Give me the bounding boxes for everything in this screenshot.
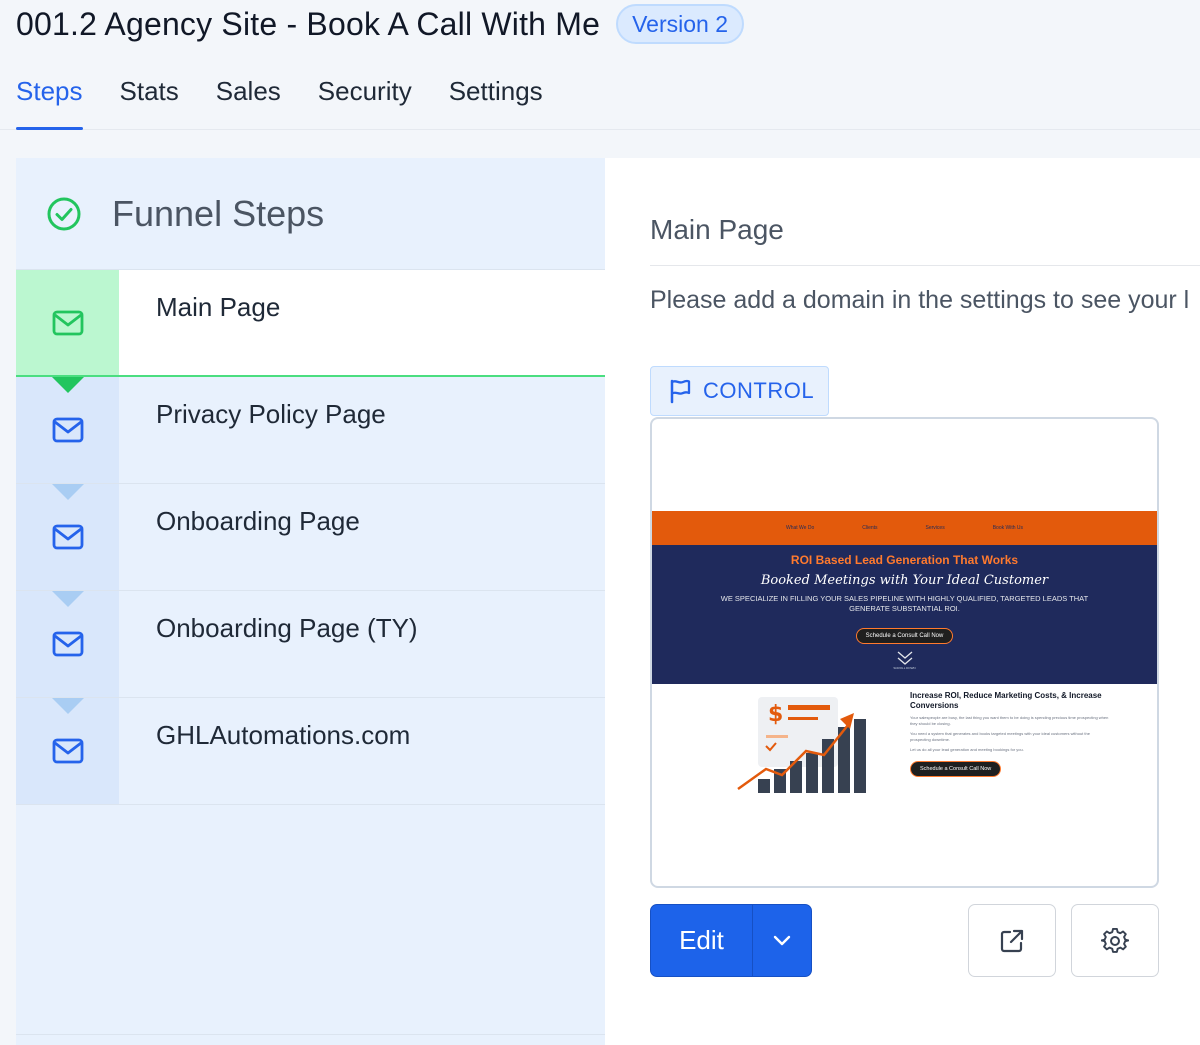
mail-icon bbox=[52, 524, 83, 550]
step-connector-arrow bbox=[52, 591, 84, 607]
preview-cta-button-secondary: Schedule a Consult Call Now bbox=[910, 761, 1002, 777]
preview-nav-item: Book With Us bbox=[992, 525, 1024, 531]
step-onboarding-page-ty[interactable]: Onboarding Page (TY) bbox=[16, 591, 605, 698]
check-circle-icon bbox=[47, 197, 81, 230]
step-label: Privacy Policy Page bbox=[156, 399, 386, 429]
step-label: Onboarding Page (TY) bbox=[156, 613, 418, 643]
mail-icon bbox=[52, 631, 83, 657]
domain-note: Please add a domain in the settings to s… bbox=[650, 286, 1190, 314]
preview-nav-item: What We Do bbox=[785, 525, 815, 531]
tab-bar: Steps Stats Sales Security Settings bbox=[16, 70, 580, 130]
growth-chart-illustration: $ bbox=[737, 697, 866, 793]
mail-icon bbox=[52, 417, 83, 443]
tab-security[interactable]: Security bbox=[318, 70, 412, 130]
page-preview-thumbnail[interactable]: What We Do Clients Services Book With Us… bbox=[650, 417, 1159, 888]
funnel-steps-header: Funnel Steps bbox=[16, 158, 605, 270]
divider bbox=[650, 265, 1200, 266]
chevron-down-icon bbox=[897, 651, 912, 665]
edit-dropdown-button[interactable] bbox=[753, 905, 811, 976]
step-label: Main Page bbox=[156, 292, 281, 322]
chevron-down-icon bbox=[773, 935, 791, 945]
step-connector-arrow bbox=[52, 698, 84, 714]
edit-button[interactable]: Edit bbox=[651, 905, 753, 976]
funnel-steps-panel: Funnel Steps Main Page Privacy Policy Pa… bbox=[16, 158, 605, 1045]
step-label: Onboarding Page bbox=[156, 506, 360, 536]
tab-sales[interactable]: Sales bbox=[216, 70, 281, 130]
preview-paragraph: Let us do all your lead generation and m… bbox=[910, 747, 1024, 752]
step-ghlautomations[interactable]: GHLAutomations.com bbox=[16, 698, 605, 805]
title-row: 001.2 Agency Site - Book A Call With Me … bbox=[16, 4, 745, 44]
preview-headline: ROI Based Lead Generation That Works bbox=[790, 553, 1019, 567]
step-onboarding-page[interactable]: Onboarding Page bbox=[16, 484, 605, 591]
preview-feature-text: Increase ROI, Reduce Marketing Costs, & … bbox=[910, 691, 1110, 777]
gear-icon bbox=[1101, 927, 1129, 953]
panel-divider bbox=[16, 1034, 605, 1035]
preview-scroll-text: SCROLL DOWN bbox=[893, 666, 916, 670]
control-label: CONTROL bbox=[703, 378, 815, 403]
step-label: GHLAutomations.com bbox=[156, 720, 411, 750]
step-rail bbox=[16, 484, 119, 590]
preview-paragraph: Your salespeople are busy, the last thin… bbox=[910, 715, 1109, 726]
tab-steps[interactable]: Steps bbox=[16, 70, 83, 130]
version-badge[interactable]: Version 2 bbox=[616, 4, 745, 44]
preview-nav-item: Clients bbox=[862, 525, 878, 531]
preview-nav: What We Do Clients Services Book With Us bbox=[652, 511, 1157, 545]
page-title: 001.2 Agency Site - Book A Call With Me bbox=[16, 5, 601, 42]
preview-subheadline: WE SPECIALIZE IN FILLING YOUR SALES PIPE… bbox=[720, 594, 1089, 613]
preview-script-headline: Booked Meetings with Your Ideal Customer bbox=[760, 573, 1049, 588]
step-title: Main Page bbox=[650, 214, 784, 245]
mail-icon bbox=[52, 310, 83, 335]
step-connector-arrow bbox=[52, 377, 84, 393]
tab-settings[interactable]: Settings bbox=[449, 70, 543, 130]
control-badge: CONTROL bbox=[650, 366, 829, 416]
step-rail bbox=[16, 270, 119, 375]
external-link-icon bbox=[1000, 929, 1024, 952]
svg-text:$: $ bbox=[768, 702, 783, 727]
page-header: 001.2 Agency Site - Book A Call With Me … bbox=[0, 0, 1200, 130]
step-main-page[interactable]: Main Page bbox=[16, 270, 605, 377]
step-rail bbox=[16, 698, 119, 804]
funnel-steps-title: Funnel Steps bbox=[112, 192, 325, 234]
open-preview-button[interactable] bbox=[968, 904, 1056, 977]
step-privacy-policy-page[interactable]: Privacy Policy Page bbox=[16, 377, 605, 484]
step-connector-arrow bbox=[52, 484, 84, 500]
preview-nav-item: Services bbox=[925, 525, 945, 531]
step-rail bbox=[16, 377, 119, 483]
step-rail bbox=[16, 591, 119, 697]
edit-button-group: Edit bbox=[650, 904, 812, 977]
mail-icon bbox=[52, 738, 83, 764]
step-detail-panel: Main Page Please add a domain in the set… bbox=[605, 158, 1200, 1045]
preview-hero: ROI Based Lead Generation That Works Boo… bbox=[652, 545, 1157, 684]
flag-icon bbox=[670, 379, 691, 404]
preview-paragraph: You need a system that generates and boo… bbox=[910, 731, 1090, 742]
preview-cta-button: Schedule a Consult Call Now bbox=[855, 628, 954, 644]
preview-section-heading: Increase ROI, Reduce Marketing Costs, & … bbox=[910, 691, 1102, 710]
tab-stats[interactable]: Stats bbox=[120, 70, 179, 130]
step-settings-button[interactable] bbox=[1071, 904, 1159, 977]
